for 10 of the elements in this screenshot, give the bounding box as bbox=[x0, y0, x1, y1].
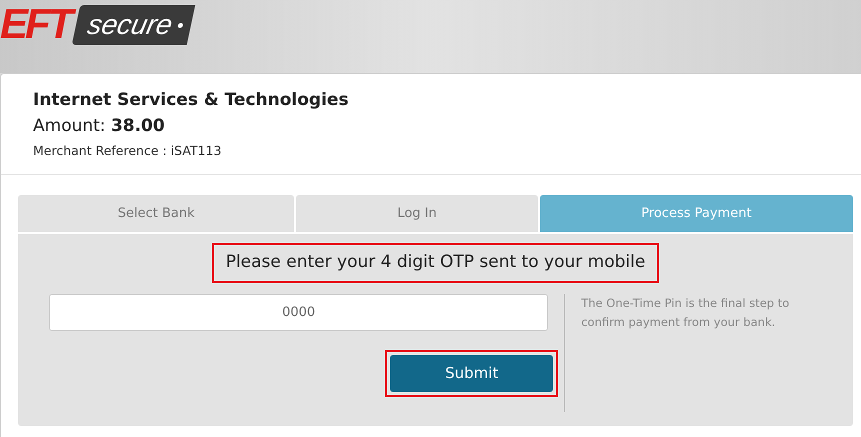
amount-text: Amount: 38.00 bbox=[33, 115, 165, 138]
otp-prompt: Please enter your 4 digit OTP sent to your mobile bbox=[212, 243, 660, 282]
merchant-reference: Merchant Reference : iSAT113 bbox=[33, 142, 222, 160]
merchant-name: Internet Services & Technologies bbox=[33, 89, 349, 112]
help-text: The One-Time Pin is the final step to confirm payment from your bank. bbox=[580, 294, 790, 330]
step-tab[interactable]: Select Bank bbox=[18, 195, 294, 232]
submit-button[interactable]: Submit bbox=[390, 354, 554, 392]
step-tab[interactable]: Log In bbox=[296, 195, 538, 232]
otp-input-field[interactable]: 0000 bbox=[49, 294, 548, 330]
step-tab[interactable]: Process Payment bbox=[540, 195, 853, 232]
